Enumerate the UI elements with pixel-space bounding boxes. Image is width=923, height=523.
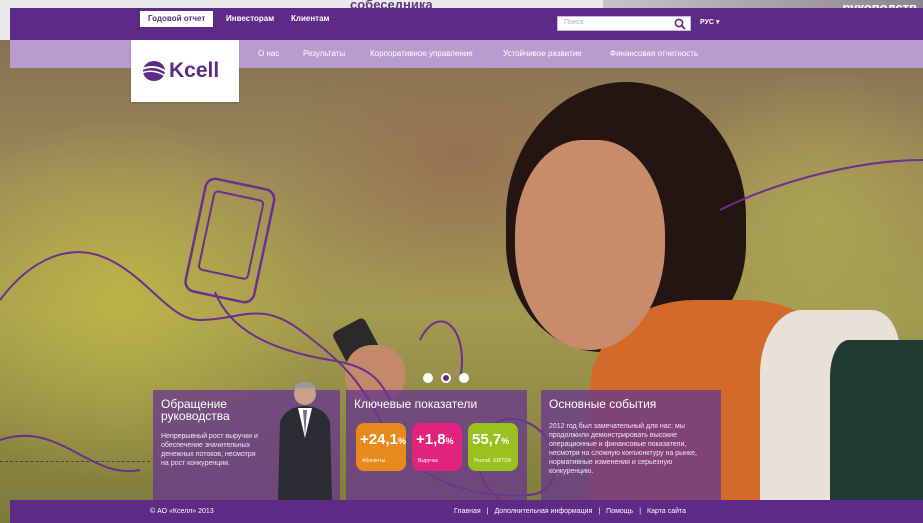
- language-selector[interactable]: РУС ▾: [700, 18, 719, 26]
- hero-woman-vest: [830, 340, 923, 523]
- footer-link-sitemap[interactable]: Карта сайта: [647, 508, 686, 515]
- top-bar: Годовой отчет Инвесторам Клиентам: [10, 8, 923, 40]
- footer-link-help[interactable]: Помощь: [606, 508, 633, 515]
- kpi-subscribers-value: +24,1%: [360, 431, 406, 448]
- nav-item-results[interactable]: Результаты: [303, 49, 345, 58]
- kpi-subscribers: +24,1% Абоненты: [356, 423, 406, 471]
- logo-text: Kcell: [169, 59, 220, 82]
- kpi-ebitda-caption: Рентаб. EBITDA: [474, 458, 512, 464]
- events-card-text: 2012 год был замечательный для нас: мы п…: [549, 423, 697, 475]
- carousel-dot-2[interactable]: [441, 373, 451, 383]
- kpi-revenue-caption: Выручка: [418, 458, 438, 464]
- hero-woman-face: [515, 140, 665, 350]
- search-placeholder: Поиск: [564, 19, 584, 26]
- logo[interactable]: Kcell: [131, 40, 239, 102]
- kpi-revenue-value: +1,8%: [416, 431, 454, 448]
- kpi-ebitda: 55,7% Рентаб. EBITDA: [468, 423, 518, 471]
- tab-investors[interactable]: Инвесторам: [218, 11, 282, 27]
- footer-separator: |: [639, 508, 642, 515]
- chevron-down-icon: ▾: [715, 19, 720, 26]
- footer-separator: |: [486, 508, 489, 515]
- nav-item-governance[interactable]: Корпоративное управление: [370, 49, 473, 58]
- kcell-logo-icon: [141, 61, 167, 81]
- management-card-text: Непрерывный рост выручки и обеспечение з…: [161, 433, 258, 467]
- key-indicators-title: Ключевые показатели: [354, 397, 478, 411]
- nav-item-financials[interactable]: Финансовая отчетность: [610, 49, 698, 58]
- footer-copyright: © АО «Кселл» 2013: [150, 508, 214, 515]
- carousel-dot-3[interactable]: [459, 373, 469, 383]
- footer-link-home[interactable]: Главная: [454, 508, 481, 515]
- footer-links: Главная | Дополнительная информация | Помощь…: [454, 508, 686, 515]
- tab-clients[interactable]: Клиентам: [283, 11, 337, 27]
- carousel-dot-1[interactable]: [423, 373, 433, 383]
- footer-link-additional-info[interactable]: Дополнительная информация: [494, 508, 592, 515]
- nav-item-about[interactable]: О нас: [258, 49, 279, 58]
- footer-separator: |: [598, 508, 601, 515]
- kpi-subscribers-caption: Абоненты: [362, 458, 386, 464]
- tab-annual-report[interactable]: Годовой отчет: [140, 11, 214, 27]
- footer: © АО «Кселл» 2013 Главная | Дополнительная…: [10, 500, 923, 523]
- divider-dashed: [0, 461, 150, 462]
- management-card-title: Обращение руководства: [161, 397, 230, 423]
- events-card[interactable]: Основные события 2012 год был замечатель…: [541, 390, 721, 500]
- nav-item-sustainability[interactable]: Устойчивое развитие: [503, 49, 582, 58]
- language-label: РУС: [700, 19, 714, 26]
- events-card-title: Основные события: [549, 397, 657, 411]
- ceo-photo: [278, 382, 332, 500]
- search-input[interactable]: Поиск: [557, 16, 691, 31]
- search-icon[interactable]: [674, 18, 686, 30]
- kpi-ebitda-value: 55,7%: [472, 431, 510, 448]
- kpi-revenue: +1,8% Выручка: [412, 423, 462, 471]
